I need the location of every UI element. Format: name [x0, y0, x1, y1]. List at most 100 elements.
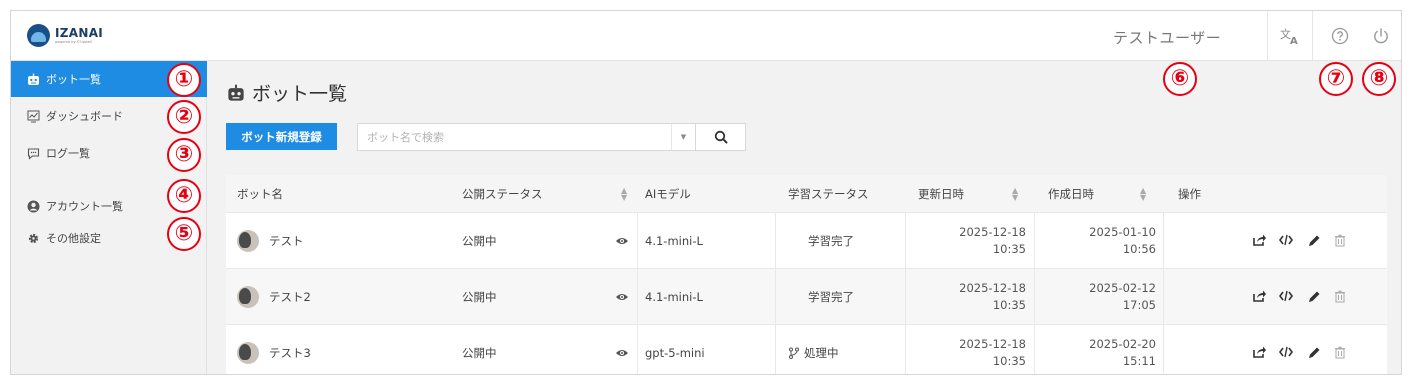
user-icon — [26, 199, 40, 213]
table-row: テスト2 公開中 4.1-mini-L 学習完了 2025-12-18 10:35… — [226, 269, 1387, 325]
embed-code-icon[interactable] — [1279, 289, 1293, 303]
bot-name: テスト — [269, 234, 304, 248]
learn-status: 学習完了 — [808, 234, 854, 248]
bot-name-cell[interactable]: テスト — [237, 213, 304, 269]
updated-time: 10:35 — [992, 298, 1026, 312]
svg-text:A: A — [1290, 36, 1298, 45]
translate-icon[interactable]: 文A — [1279, 25, 1301, 47]
bot-name: テスト3 — [269, 346, 311, 360]
divider — [1267, 11, 1268, 60]
updated-time: 10:35 — [992, 354, 1026, 368]
column-header-model[interactable]: AIモデル — [645, 175, 691, 213]
updated-date: 2025-12-18 — [959, 337, 1026, 351]
divider — [1163, 325, 1164, 374]
divider — [775, 325, 776, 374]
logo-subtitle: powered by ©Upwell — [55, 39, 92, 44]
share-icon[interactable] — [1252, 289, 1266, 303]
ai-model: 4.1-mini-L — [645, 234, 703, 248]
column-header-created[interactable]: 作成日時 — [1048, 175, 1094, 213]
divider — [1034, 269, 1035, 325]
created-time: 17:05 — [1122, 298, 1156, 312]
embed-code-icon[interactable] — [1279, 233, 1293, 247]
app-window: IZANAI powered by ©Upwell テストユーザー 文A ボット… — [10, 10, 1402, 375]
delete-trash-icon[interactable] — [1333, 289, 1347, 303]
edit-pencil-icon[interactable] — [1307, 345, 1321, 359]
sidebar-item-label: ボット一覧 — [46, 73, 101, 86]
avatar — [237, 286, 259, 308]
column-header-publish[interactable]: 公開ステータス — [462, 175, 543, 213]
robot-icon — [26, 72, 40, 86]
bot-table: ボット名 公開ステータス ▲ ▼ AIモデル 学習ステータス 更新日時 ▲ ▼ 作成… — [226, 175, 1387, 374]
dropdown-arrow-icon[interactable]: ▼ — [671, 124, 695, 150]
delete-trash-icon[interactable] — [1333, 345, 1347, 359]
edit-pencil-icon[interactable] — [1307, 233, 1321, 247]
share-icon[interactable] — [1252, 233, 1266, 247]
sort-icon[interactable]: ▲ ▼ — [1140, 187, 1146, 202]
column-header-actions: 操作 — [1178, 187, 1201, 201]
divider — [1163, 213, 1164, 269]
share-icon[interactable] — [1252, 345, 1266, 359]
annotation-3: ③ — [167, 138, 201, 172]
created-at: 2025-02-20 15:11 — [1036, 325, 1156, 374]
page-title: ボット一覧 — [226, 79, 347, 106]
created-date: 2025-01-10 — [1089, 225, 1156, 239]
power-icon[interactable] — [1370, 25, 1392, 47]
app-logo[interactable]: IZANAI powered by ©Upwell — [27, 24, 103, 47]
divider — [1312, 11, 1313, 60]
chat-icon — [26, 146, 40, 160]
ai-model: gpt-5-mini — [645, 346, 705, 360]
logo-name: IZANAI — [55, 25, 104, 40]
updated-date: 2025-12-18 — [959, 281, 1026, 295]
table-row: テスト3 公開中 gpt-5-mini 処理中 2025-12-18 10:35 … — [226, 325, 1387, 374]
gear-icon — [26, 231, 40, 245]
divider — [1163, 269, 1164, 325]
publish-status: 公開中 — [462, 346, 497, 360]
bot-name-cell[interactable]: テスト2 — [237, 269, 311, 325]
publish-status: 公開中 — [462, 234, 497, 248]
sort-icon[interactable]: ▲ ▼ — [1012, 187, 1018, 202]
sidebar-item-label: アカウント一覧 — [46, 200, 123, 213]
divider — [637, 269, 638, 325]
updated-at: 2025-12-18 10:35 — [906, 325, 1026, 374]
eye-icon[interactable] — [615, 269, 629, 325]
column-header-learn[interactable]: 学習ステータス — [788, 175, 869, 213]
sidebar-item-label: ダッシュボード — [46, 110, 123, 123]
column-header-name[interactable]: ボット名 — [237, 175, 283, 213]
main-content: ボット一覧 ボット新規登録 ▼ ボット名 公開ステータス ▲▼ AIモデル 学習… — [208, 61, 1401, 374]
eye-icon[interactable] — [615, 325, 629, 374]
divider — [637, 325, 638, 374]
updated-at: 2025-12-18 10:35 — [906, 213, 1026, 269]
search-input[interactable] — [358, 124, 671, 150]
divider — [775, 213, 776, 269]
bot-name: テスト2 — [269, 290, 311, 304]
processing-branch-icon — [788, 347, 800, 359]
logo-mark-icon — [27, 24, 50, 47]
ai-model: 4.1-mini-L — [645, 290, 703, 304]
learn-status: 学習完了 — [808, 290, 854, 304]
bot-name-cell[interactable]: テスト3 — [237, 325, 311, 374]
embed-code-icon[interactable] — [1279, 345, 1293, 359]
eye-icon[interactable] — [615, 213, 629, 269]
user-name[interactable]: テストユーザー — [1113, 27, 1221, 48]
help-icon[interactable] — [1329, 25, 1351, 47]
column-header-updated[interactable]: 更新日時 — [918, 175, 964, 213]
sidebar-item-label: ログ一覧 — [46, 147, 90, 160]
divider — [1034, 325, 1035, 374]
chart-icon — [26, 109, 40, 123]
created-time: 15:11 — [1122, 354, 1156, 368]
delete-trash-icon[interactable] — [1333, 233, 1347, 247]
learn-status: 処理中 — [804, 346, 839, 360]
sidebar-item-label: その他設定 — [46, 232, 101, 245]
created-date: 2025-02-12 — [1089, 281, 1156, 295]
updated-date: 2025-12-18 — [959, 225, 1026, 239]
divider — [637, 213, 638, 269]
avatar — [237, 342, 259, 364]
edit-pencil-icon[interactable] — [1307, 289, 1321, 303]
sort-icon[interactable]: ▲ ▼ — [621, 187, 627, 202]
page-title-text: ボット一覧 — [252, 83, 348, 105]
search-button[interactable] — [696, 123, 746, 151]
avatar — [237, 230, 259, 252]
new-bot-button[interactable]: ボット新規登録 — [226, 123, 337, 150]
created-time: 10:56 — [1122, 242, 1156, 256]
annotation-2: ② — [167, 100, 201, 134]
